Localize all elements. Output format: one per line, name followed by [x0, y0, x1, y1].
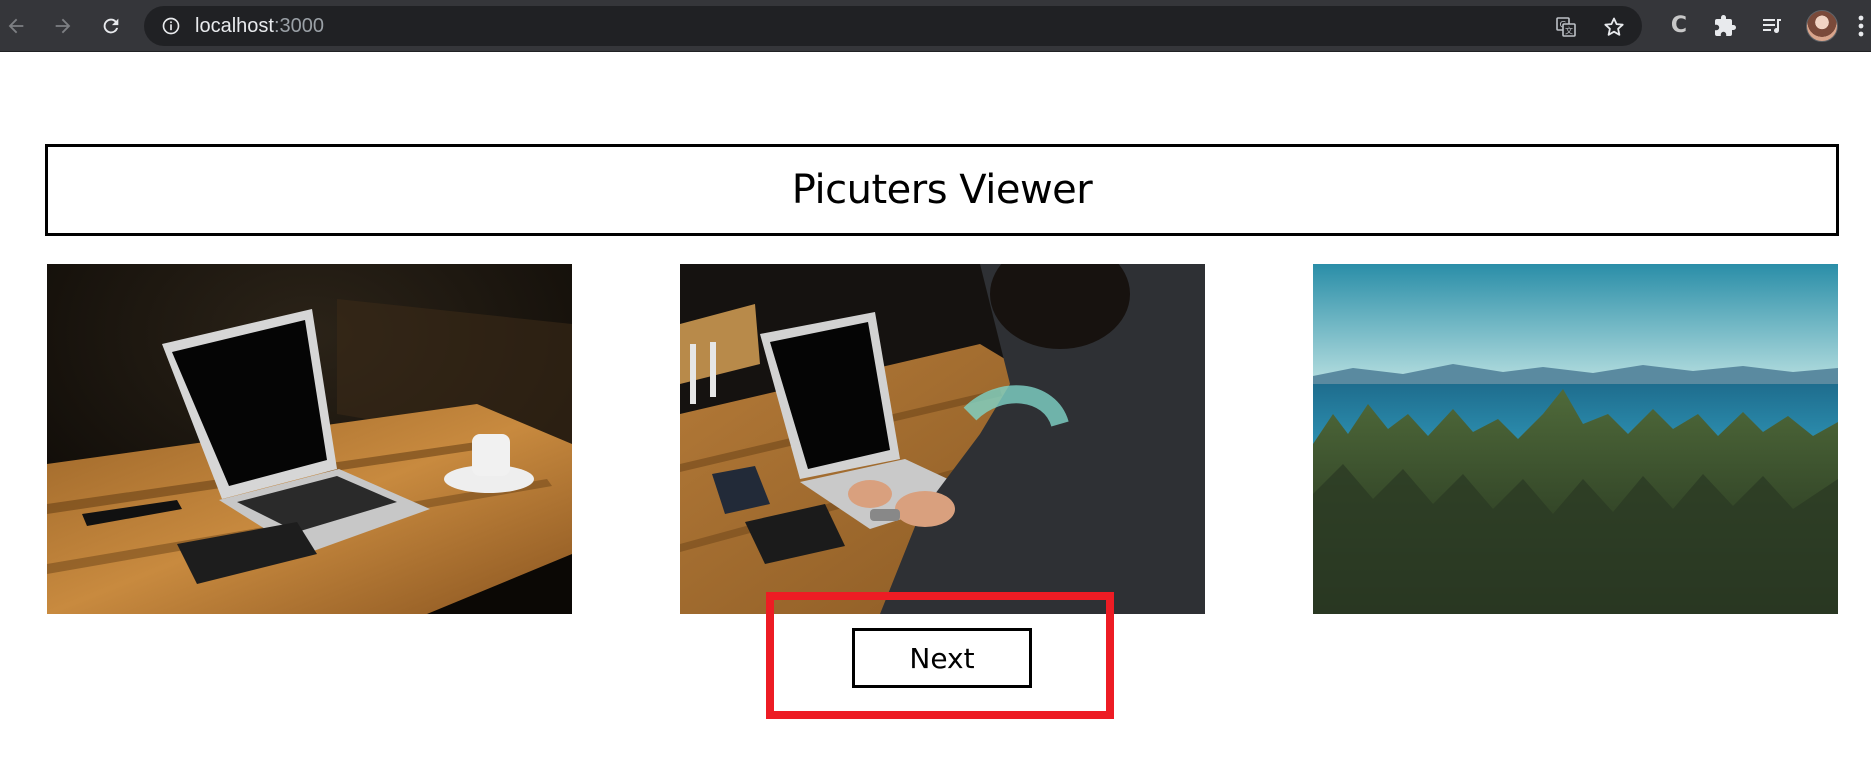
page-title: Picuters Viewer	[791, 167, 1093, 213]
avatar[interactable]	[1806, 10, 1838, 42]
arrow-right-icon	[55, 18, 71, 34]
info-icon[interactable]	[161, 16, 181, 36]
arrow-left-icon	[8, 18, 24, 34]
photo-laptop-on-table	[47, 264, 572, 614]
star-icon[interactable]	[1602, 15, 1626, 39]
forward-button[interactable]	[47, 10, 79, 42]
vertical-dots-icon[interactable]	[1856, 12, 1866, 40]
photo-forest-landscape	[1313, 264, 1838, 614]
puzzle-icon	[1715, 15, 1736, 36]
extensions-button[interactable]	[1710, 11, 1740, 41]
photo-man-typing	[680, 264, 1205, 614]
translate-icon[interactable]: G 文	[1554, 15, 1578, 39]
url-text[interactable]: localhost:3000	[195, 15, 324, 37]
reload-button[interactable]	[95, 10, 127, 42]
svg-text:文: 文	[1565, 26, 1573, 36]
url-port: :3000	[273, 15, 324, 37]
address-bar[interactable]: localhost:3000 G 文	[144, 6, 1642, 46]
playlist-icon	[1763, 19, 1781, 33]
reload-icon	[103, 18, 119, 34]
media-button[interactable]	[1757, 11, 1787, 41]
next-button[interactable]: Next	[852, 628, 1032, 688]
back-button[interactable]	[0, 10, 32, 42]
header-box: Picuters Viewer	[45, 144, 1839, 236]
c-extension-icon[interactable]: C	[1665, 11, 1693, 41]
browser-toolbar: localhost:3000 G 文 C	[0, 0, 1871, 52]
url-host: localhost	[195, 15, 274, 37]
